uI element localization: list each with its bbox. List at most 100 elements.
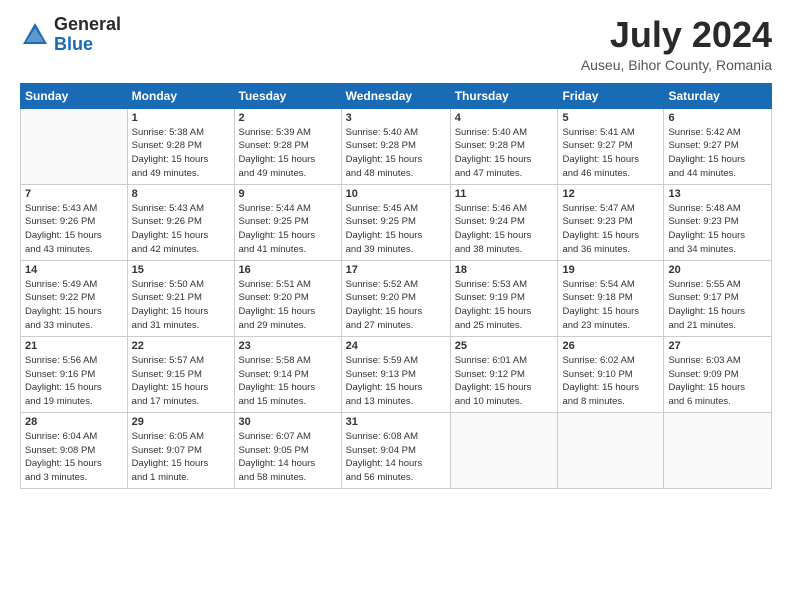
day-number: 8 — [132, 188, 230, 200]
day-number: 20 — [668, 264, 767, 276]
calendar-week-5: 28 Sunrise: 6:04 AM Sunset: 9:08 PM Dayli… — [21, 412, 772, 488]
day-number: 1 — [132, 112, 230, 124]
calendar-cell: 2 Sunrise: 5:39 AM Sunset: 9:28 PM Daylig… — [234, 108, 341, 184]
header-thursday: Thursday — [450, 83, 558, 108]
calendar-cell: 3 Sunrise: 5:40 AM Sunset: 9:28 PM Daylig… — [341, 108, 450, 184]
day-info: Sunrise: 6:04 AM Sunset: 9:08 PM Dayligh… — [25, 430, 123, 485]
day-info: Sunrise: 6:02 AM Sunset: 9:10 PM Dayligh… — [562, 354, 659, 409]
day-info: Sunrise: 5:40 AM Sunset: 9:28 PM Dayligh… — [346, 126, 446, 181]
day-info: Sunrise: 5:56 AM Sunset: 9:16 PM Dayligh… — [25, 354, 123, 409]
day-info: Sunrise: 5:52 AM Sunset: 9:20 PM Dayligh… — [346, 278, 446, 333]
day-number: 13 — [668, 188, 767, 200]
day-info: Sunrise: 5:43 AM Sunset: 9:26 PM Dayligh… — [132, 202, 230, 257]
day-number: 16 — [239, 264, 337, 276]
day-info: Sunrise: 6:07 AM Sunset: 9:05 PM Dayligh… — [239, 430, 337, 485]
day-number: 30 — [239, 416, 337, 428]
day-number: 28 — [25, 416, 123, 428]
header-wednesday: Wednesday — [341, 83, 450, 108]
day-number: 10 — [346, 188, 446, 200]
day-info: Sunrise: 6:01 AM Sunset: 9:12 PM Dayligh… — [455, 354, 554, 409]
calendar-table: Sunday Monday Tuesday Wednesday Thursday… — [20, 83, 772, 489]
header-sunday: Sunday — [21, 83, 128, 108]
calendar-cell — [664, 412, 772, 488]
calendar-cell: 29 Sunrise: 6:05 AM Sunset: 9:07 PM Dayli… — [127, 412, 234, 488]
calendar-cell: 19 Sunrise: 5:54 AM Sunset: 9:18 PM Dayli… — [558, 260, 664, 336]
calendar-cell: 5Sunrise: 5:41 AM Sunset: 9:27 PM Daylig… — [558, 108, 664, 184]
day-number: 18 — [455, 264, 554, 276]
day-info: Sunrise: 5:43 AM Sunset: 9:26 PM Dayligh… — [25, 202, 123, 257]
day-number: 21 — [25, 340, 123, 352]
calendar-cell: 6 Sunrise: 5:42 AM Sunset: 9:27 PM Daylig… — [664, 108, 772, 184]
day-number: 14 — [25, 264, 123, 276]
calendar-cell: 26 Sunrise: 6:02 AM Sunset: 9:10 PM Dayli… — [558, 336, 664, 412]
day-info: Sunrise: 5:39 AM Sunset: 9:28 PM Dayligh… — [239, 126, 337, 181]
calendar-cell — [450, 412, 558, 488]
day-info: Sunrise: 5:50 AM Sunset: 9:21 PM Dayligh… — [132, 278, 230, 333]
day-info: Sunrise: 5:58 AM Sunset: 9:14 PM Dayligh… — [239, 354, 337, 409]
day-info: Sunrise: 5:42 AM Sunset: 9:27 PM Dayligh… — [668, 126, 767, 181]
day-info: Sunrise: 5:45 AM Sunset: 9:25 PM Dayligh… — [346, 202, 446, 257]
day-info: Sunrise: 5:48 AM Sunset: 9:23 PM Dayligh… — [668, 202, 767, 257]
day-info: Sunrise: 6:03 AM Sunset: 9:09 PM Dayligh… — [668, 354, 767, 409]
calendar-cell: 23 Sunrise: 5:58 AM Sunset: 9:14 PM Dayli… — [234, 336, 341, 412]
day-info: Sunrise: 6:08 AM Sunset: 9:04 PM Dayligh… — [346, 430, 446, 485]
calendar-cell: 17 Sunrise: 5:52 AM Sunset: 9:20 PM Dayli… — [341, 260, 450, 336]
calendar-cell: 16Sunrise: 5:51 AM Sunset: 9:20 PM Dayli… — [234, 260, 341, 336]
day-info: Sunrise: 5:40 AM Sunset: 9:28 PM Dayligh… — [455, 126, 554, 181]
header: General Blue July 2024 Auseu, Bihor Coun… — [20, 15, 772, 73]
day-number: 11 — [455, 188, 554, 200]
calendar-cell: 18 Sunrise: 5:53 AM Sunset: 9:19 PM Dayli… — [450, 260, 558, 336]
calendar-week-3: 14 Sunrise: 5:49 AM Sunset: 9:22 PM Dayli… — [21, 260, 772, 336]
calendar-week-4: 21 Sunrise: 5:56 AM Sunset: 9:16 PM Dayli… — [21, 336, 772, 412]
calendar-page: General Blue July 2024 Auseu, Bihor Coun… — [0, 0, 792, 612]
day-number: 12 — [562, 188, 659, 200]
calendar-cell: 21 Sunrise: 5:56 AM Sunset: 9:16 PM Dayli… — [21, 336, 128, 412]
day-number: 9 — [239, 188, 337, 200]
day-info: Sunrise: 5:55 AM Sunset: 9:17 PM Dayligh… — [668, 278, 767, 333]
day-number: 4 — [455, 112, 554, 124]
day-info: Sunrise: 5:54 AM Sunset: 9:18 PM Dayligh… — [562, 278, 659, 333]
day-info: Sunrise: 5:46 AM Sunset: 9:24 PM Dayligh… — [455, 202, 554, 257]
calendar-header-row: Sunday Monday Tuesday Wednesday Thursday… — [21, 83, 772, 108]
day-number: 29 — [132, 416, 230, 428]
calendar-cell: 24Sunrise: 5:59 AM Sunset: 9:13 PM Dayli… — [341, 336, 450, 412]
day-number: 15 — [132, 264, 230, 276]
logo-general: General — [54, 15, 121, 35]
day-number: 17 — [346, 264, 446, 276]
logo-icon — [20, 20, 50, 50]
subtitle: Auseu, Bihor County, Romania — [581, 57, 772, 73]
day-number: 22 — [132, 340, 230, 352]
day-info: Sunrise: 5:38 AM Sunset: 9:28 PM Dayligh… — [132, 126, 230, 181]
day-number: 25 — [455, 340, 554, 352]
logo-text: General Blue — [54, 15, 121, 55]
day-number: 6 — [668, 112, 767, 124]
day-number: 2 — [239, 112, 337, 124]
day-info: Sunrise: 5:49 AM Sunset: 9:22 PM Dayligh… — [25, 278, 123, 333]
calendar-cell — [558, 412, 664, 488]
day-number: 19 — [562, 264, 659, 276]
day-number: 26 — [562, 340, 659, 352]
calendar-cell: 25 Sunrise: 6:01 AM Sunset: 9:12 PM Dayli… — [450, 336, 558, 412]
day-number: 3 — [346, 112, 446, 124]
day-info: Sunrise: 5:44 AM Sunset: 9:25 PM Dayligh… — [239, 202, 337, 257]
calendar-cell: 1 Sunrise: 5:38 AM Sunset: 9:28 PM Daylig… — [127, 108, 234, 184]
header-monday: Monday — [127, 83, 234, 108]
header-saturday: Saturday — [664, 83, 772, 108]
day-info: Sunrise: 6:05 AM Sunset: 9:07 PM Dayligh… — [132, 430, 230, 485]
calendar-cell: 8 Sunrise: 5:43 AM Sunset: 9:26 PM Daylig… — [127, 184, 234, 260]
calendar-body: 1 Sunrise: 5:38 AM Sunset: 9:28 PM Daylig… — [21, 108, 772, 488]
calendar-cell: 31Sunrise: 6:08 AM Sunset: 9:04 PM Dayli… — [341, 412, 450, 488]
calendar-cell: 11 Sunrise: 5:46 AM Sunset: 9:24 PM Dayli… — [450, 184, 558, 260]
day-number: 27 — [668, 340, 767, 352]
logo: General Blue — [20, 15, 121, 55]
day-info: Sunrise: 5:53 AM Sunset: 9:19 PM Dayligh… — [455, 278, 554, 333]
day-info: Sunrise: 5:47 AM Sunset: 9:23 PM Dayligh… — [562, 202, 659, 257]
calendar-week-1: 1 Sunrise: 5:38 AM Sunset: 9:28 PM Daylig… — [21, 108, 772, 184]
calendar-cell: 28 Sunrise: 6:04 AM Sunset: 9:08 PM Dayli… — [21, 412, 128, 488]
calendar-cell: 14 Sunrise: 5:49 AM Sunset: 9:22 PM Dayli… — [21, 260, 128, 336]
day-number: 23 — [239, 340, 337, 352]
calendar-cell: 7Sunrise: 5:43 AM Sunset: 9:26 PM Daylig… — [21, 184, 128, 260]
day-info: Sunrise: 5:57 AM Sunset: 9:15 PM Dayligh… — [132, 354, 230, 409]
calendar-cell — [21, 108, 128, 184]
calendar-cell: 12 Sunrise: 5:47 AM Sunset: 9:23 PM Dayli… — [558, 184, 664, 260]
